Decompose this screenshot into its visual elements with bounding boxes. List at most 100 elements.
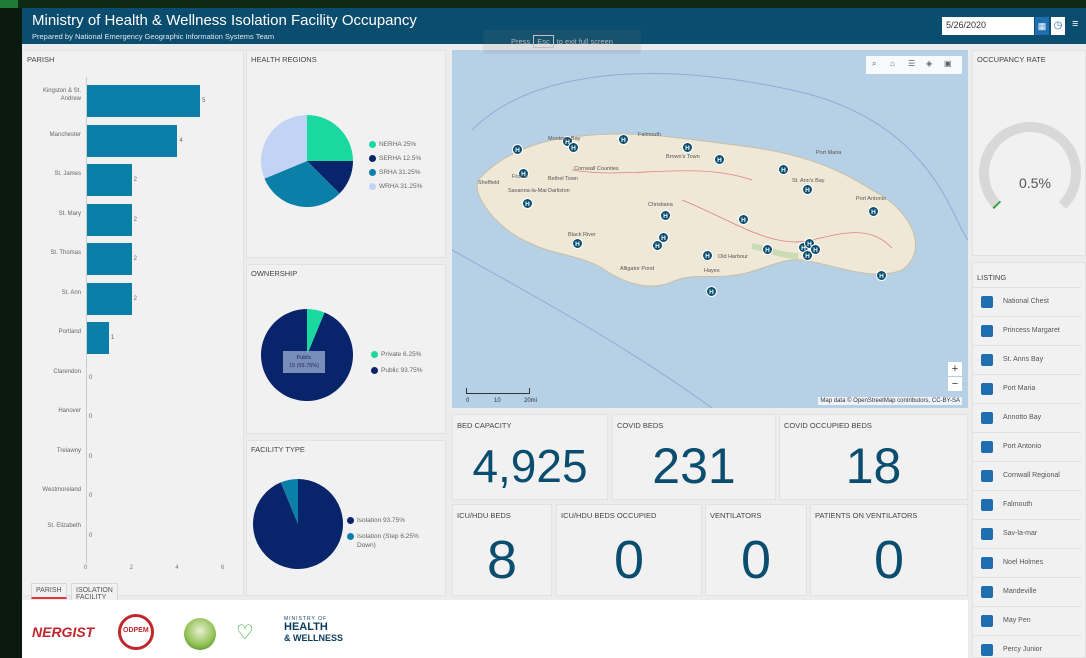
bar[interactable] xyxy=(86,164,132,196)
kpi-title: VENTILATORS xyxy=(710,511,762,520)
bar[interactable] xyxy=(86,243,132,275)
bar-value-label: 0 xyxy=(89,374,93,381)
layers-icon[interactable]: ◈ xyxy=(926,59,932,68)
list-item[interactable]: Princess Margaret xyxy=(973,316,1081,344)
bed-icon xyxy=(981,354,993,366)
list-item-label: Percy Junior xyxy=(1003,646,1042,653)
place-label: Christiana xyxy=(648,202,673,208)
bar[interactable] xyxy=(86,124,178,157)
hospital-marker-icon[interactable]: H xyxy=(618,134,629,145)
list-item-label: Annotto Bay xyxy=(1003,414,1042,421)
place-label: Hayes xyxy=(704,268,720,274)
place-label: Cornwall Counties xyxy=(574,166,619,172)
clock-icon[interactable]: ◷ xyxy=(1051,17,1065,35)
hospital-marker-icon[interactable]: H xyxy=(572,238,583,249)
scale-label: 0 xyxy=(466,398,470,404)
parish-bar-chart: Kingston & St. Andrew 5 Manchester 4 St. Jam… xyxy=(23,51,245,571)
legend-icon[interactable]: ☰ xyxy=(908,59,915,68)
bar-label: Clarendon xyxy=(53,368,81,375)
hospital-marker-icon[interactable]: H xyxy=(876,270,887,281)
place-label: Falmouth xyxy=(638,132,661,138)
calendar-icon[interactable]: ▦ xyxy=(1035,17,1049,35)
hospital-marker-icon[interactable]: H xyxy=(522,198,533,209)
list-item[interactable]: Port Maria xyxy=(973,374,1081,402)
bar[interactable] xyxy=(86,85,201,117)
dashboard: PARISH Kingston & St. Andrew 5 Manchester 4… xyxy=(22,30,1086,658)
zoom-out-button[interactable]: − xyxy=(948,377,962,391)
list-item-label: Falmouth xyxy=(1003,501,1033,508)
hospital-marker-icon[interactable]: H xyxy=(802,250,813,261)
list-item-label: National Chest xyxy=(1003,298,1049,305)
list-item-label: Mandeville xyxy=(1003,588,1037,595)
list-item[interactable]: St. Anns Bay xyxy=(973,345,1081,373)
qr-icon[interactable]: ▣ xyxy=(944,59,952,68)
list-item[interactable]: Annotto Bay xyxy=(973,403,1081,431)
kpi-value: 0 xyxy=(740,530,772,590)
occupancy-title: OCCUPANCY RATE xyxy=(977,55,1046,64)
bar[interactable] xyxy=(86,282,132,315)
listing-panel: LISTING National Chest Princess Margaret S… xyxy=(972,262,1086,658)
kpi-value: 231 xyxy=(652,438,736,494)
facility-type-title: FACILITY TYPE xyxy=(251,445,305,454)
list-item[interactable]: Noel Holmes xyxy=(973,548,1081,576)
hospital-marker-icon[interactable]: H xyxy=(714,154,725,165)
bar-label: Trelawny xyxy=(56,447,81,454)
list-item[interactable]: Mandeville xyxy=(973,577,1081,605)
hospital-marker-icon[interactable]: H xyxy=(702,250,713,261)
list-item[interactable]: Falmouth xyxy=(973,490,1081,518)
icu-beds-tile: ICU/HDU BEDS 8 xyxy=(452,504,552,596)
bar[interactable] xyxy=(86,203,132,236)
bar-label: St. Ann xyxy=(61,289,81,296)
listing-title: LISTING xyxy=(977,273,1007,282)
hospital-marker-icon[interactable]: H xyxy=(778,164,789,175)
zoom-in-button[interactable]: + xyxy=(948,362,962,376)
bar-value-label: 0 xyxy=(89,453,93,460)
bar-value-label: 2 xyxy=(133,216,137,223)
hospital-marker-icon[interactable]: H xyxy=(868,206,879,217)
bar-label: St. Thomas xyxy=(50,250,81,256)
hospital-marker-icon[interactable]: H xyxy=(802,184,813,195)
menu-icon[interactable]: ≡ xyxy=(1072,18,1084,32)
covid-beds-tile: COVID BEDS 231 xyxy=(612,414,776,500)
bar-label: Hanover xyxy=(58,408,81,414)
list-item[interactable]: Cornwall Regional xyxy=(973,461,1081,489)
parish-panel: PARISH Kingston & St. Andrew 5 Manchester 4… xyxy=(22,50,245,605)
bar-label: Manchester xyxy=(49,131,81,138)
list-item[interactable]: Port Antonio xyxy=(973,432,1081,460)
place-label: Sheffield xyxy=(478,180,500,186)
bar[interactable] xyxy=(86,322,109,354)
bed-icon xyxy=(981,528,993,540)
date-input[interactable]: 5/26/2020 xyxy=(942,17,1034,35)
list-item[interactable]: Percy Junior xyxy=(973,635,1081,657)
place-label: Savanna-la-Mar xyxy=(508,188,548,194)
hospital-marker-icon[interactable]: H xyxy=(706,286,717,297)
home-icon[interactable]: ⌂ xyxy=(890,59,895,68)
scale-label: 20mi xyxy=(524,398,538,404)
tab-parish[interactable]: PARISH xyxy=(31,583,67,599)
pie-tooltip: Public 15 (93.75%) xyxy=(283,351,325,373)
hospital-marker-icon[interactable]: H xyxy=(652,240,663,251)
list-item[interactable]: Sav-la-mar xyxy=(973,519,1081,547)
search-icon[interactable]: ⌕ xyxy=(872,59,876,69)
kpi-value: 8 xyxy=(486,530,518,590)
bed-icon xyxy=(981,383,993,395)
legend-serha: SERHA 12.5% xyxy=(369,155,421,162)
pie-slice[interactable] xyxy=(307,115,353,161)
place-label: Frome xyxy=(512,174,528,180)
bar-label: St. James xyxy=(54,171,81,177)
list-item[interactable]: May Pen xyxy=(973,606,1081,634)
hospital-marker-icon[interactable]: H xyxy=(660,210,671,221)
hospital-marker-icon[interactable]: H xyxy=(762,244,773,255)
bed-icon xyxy=(981,470,993,482)
hospital-marker-icon[interactable]: H xyxy=(738,214,749,225)
map-view[interactable]: HHHHHHHHHHHHHHHHHHHHHHHH Montego Bay Fal… xyxy=(452,50,968,408)
legend-step-down-cont: Down) xyxy=(357,542,376,549)
hospital-marker-icon[interactable]: H xyxy=(568,142,579,153)
legend-private: Private 6.25% xyxy=(371,351,421,358)
hospital-marker-icon[interactable]: H xyxy=(512,144,523,155)
hospital-marker-icon[interactable]: H xyxy=(682,142,693,153)
bed-icon xyxy=(981,615,993,627)
bed-icon xyxy=(981,412,993,424)
map-attribution[interactable]: Map data © OpenStreetMap contributors, C… xyxy=(818,397,962,405)
list-item[interactable]: National Chest xyxy=(973,287,1081,315)
